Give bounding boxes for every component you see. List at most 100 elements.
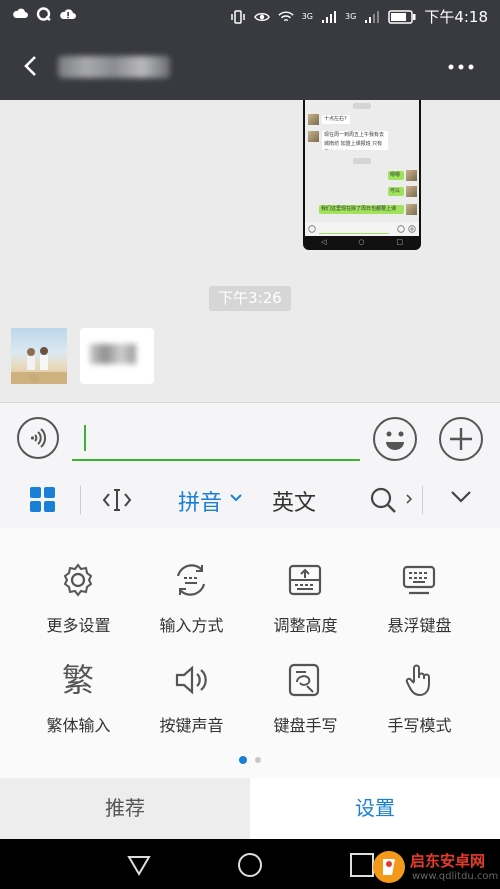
nav-home-icon[interactable] [237, 852, 263, 878]
collapse-keyboard-icon[interactable] [450, 490, 472, 504]
mini-voice-icon [308, 225, 316, 233]
mini-bubble-right: 我们这里现在除了周日也都要上课 [319, 205, 404, 214]
keyboard-toolbar: 拼音 英文 [0, 472, 500, 528]
signal-icon [322, 10, 337, 23]
mini-recent-icon: □ [396, 238, 403, 246]
text-caret [84, 425, 86, 451]
plus-button[interactable] [439, 417, 483, 461]
cloud-icon [13, 8, 28, 18]
mini-bubble-right: 可以 [388, 187, 404, 196]
mini-back-icon: ◁ [320, 238, 327, 246]
keyboard-handwriting-icon [288, 663, 320, 697]
handwriting-mode-item[interactable]: 手写模式 [363, 662, 476, 742]
mini-bubble-left: 现在周一到周五上午我有去城南坊 加盟上课报班 只有周末才有空 [322, 131, 388, 150]
battery-icon [388, 9, 416, 24]
adjust-height-icon [288, 564, 322, 596]
grid-menu-icon[interactable] [30, 487, 56, 513]
plus-icon [450, 428, 472, 450]
mini-avatar [308, 131, 319, 142]
adjust-height-label: 调整高度 [273, 616, 338, 635]
avatar-photo-icon [11, 347, 67, 384]
status-bar: 3G 3G 下午4:18 [0, 0, 500, 34]
screenshot-image-message[interactable]: 十点左右? 现在周一到周五上午我有去城南坊 加盟上课报班 只有周末才有空 嗯嗯 … [303, 100, 421, 250]
divider [422, 486, 423, 514]
more-settings-label: 更多设置 [46, 616, 111, 635]
pinyin-mode[interactable]: 拼音 [178, 485, 222, 517]
chat-area[interactable]: 十点左右? 现在周一到周五上午我有去城南坊 加盟上课报班 只有周末才有空 嗯嗯 … [0, 100, 500, 402]
mini-avatar [406, 186, 417, 197]
chat-timestamp: 下午3:26 [209, 286, 291, 311]
gear-icon [63, 563, 93, 597]
floating-keyboard-item[interactable]: 悬浮键盘 [363, 562, 476, 642]
nav-back-icon[interactable] [126, 852, 152, 878]
voice-icon [30, 428, 47, 448]
wifi-icon [278, 11, 294, 21]
screenshot-screen: 十点左右? 现在周一到周五上午我有去城南坊 加盟上课报班 只有周末才有空 嗯嗯 … [305, 100, 419, 222]
mini-time [353, 103, 371, 109]
adjust-height-item[interactable]: 调整高度 [249, 562, 362, 642]
handwriting-mode-icon [405, 664, 430, 697]
cloud-alert-icon [60, 9, 76, 19]
message-text [90, 344, 136, 364]
english-mode[interactable]: 英文 [272, 485, 316, 517]
watermark-url: www.qdlitdu.com [412, 871, 499, 882]
chevron-right-icon[interactable] [404, 492, 414, 506]
input-bar [0, 402, 500, 473]
keyboard-handwriting-label: 键盘手写 [273, 716, 338, 735]
avatar[interactable] [11, 328, 67, 384]
vibrate-icon [230, 9, 245, 24]
mini-home-icon: ○ [358, 238, 365, 246]
more-settings-item[interactable]: 更多设置 [22, 562, 135, 642]
emoji-button[interactable] [373, 417, 417, 461]
emoji-icon [386, 431, 404, 450]
input-method-item[interactable]: 输入方式 [135, 562, 248, 642]
voice-button[interactable] [17, 417, 59, 459]
tab-recommend[interactable]: 推荐 [0, 778, 250, 839]
page-indicator [239, 756, 261, 764]
back-arrow-icon[interactable] [18, 52, 46, 80]
screenshot-input [305, 222, 419, 236]
signal-label-1: 3G [301, 11, 314, 21]
traditional-input-label: 繁体输入 [46, 716, 111, 735]
traditional-input-item[interactable]: 繁 繁体输入 [22, 662, 135, 742]
key-sound-label: 按键声音 [159, 716, 224, 735]
signal-icon-2 [365, 10, 380, 23]
mini-avatar [406, 170, 417, 181]
divider [80, 486, 81, 514]
chevron-down-icon[interactable] [230, 494, 242, 502]
settings-panel: 更多设置 输入方式 调整高度 悬浮键盘 繁 繁体输入 按键声音 键盘手写 手写模… [0, 528, 500, 778]
mini-bubble-right: 嗯嗯 [388, 171, 404, 180]
traditional-icon: 繁 [61, 661, 94, 699]
contact-name [58, 56, 170, 78]
key-sound-item[interactable]: 按键声音 [135, 662, 248, 742]
status-time: 下午4:18 [424, 8, 488, 26]
mini-emoji-icon [397, 225, 405, 233]
screenshot-navbar: ◁ ○ □ [305, 236, 419, 248]
bottom-tabs: 推荐 设置 [0, 778, 500, 839]
watermark-title: 启东安卓网 [410, 852, 486, 870]
signal-label-2: 3G [345, 11, 357, 21]
message-bubble[interactable] [80, 328, 154, 384]
floating-keyboard-icon [402, 565, 436, 595]
input-method-icon [176, 564, 206, 596]
mini-bubble-left: 十点左右? [322, 115, 350, 124]
eye-icon [253, 12, 270, 21]
mini-avatar [406, 204, 417, 215]
cursor-move-icon[interactable] [102, 486, 132, 514]
watermark: 启东安卓网 www.qdlitdu.com [372, 848, 498, 888]
mini-time [353, 158, 371, 164]
watermark-logo-icon [373, 851, 405, 883]
mini-plus-icon [408, 225, 416, 233]
input-method-label: 输入方式 [159, 616, 224, 635]
title-bar [0, 34, 500, 100]
keyboard-handwriting-item[interactable]: 键盘手写 [249, 662, 362, 742]
speaker-icon [175, 665, 207, 695]
more-options-icon[interactable] [448, 62, 474, 72]
q-app-icon [36, 7, 51, 21]
message-input[interactable] [72, 417, 360, 461]
tab-settings[interactable]: 设置 [250, 778, 500, 839]
search-icon[interactable] [369, 486, 397, 514]
handwriting-mode-label: 手写模式 [387, 716, 452, 735]
floating-keyboard-label: 悬浮键盘 [387, 616, 452, 635]
mini-avatar [308, 114, 319, 125]
